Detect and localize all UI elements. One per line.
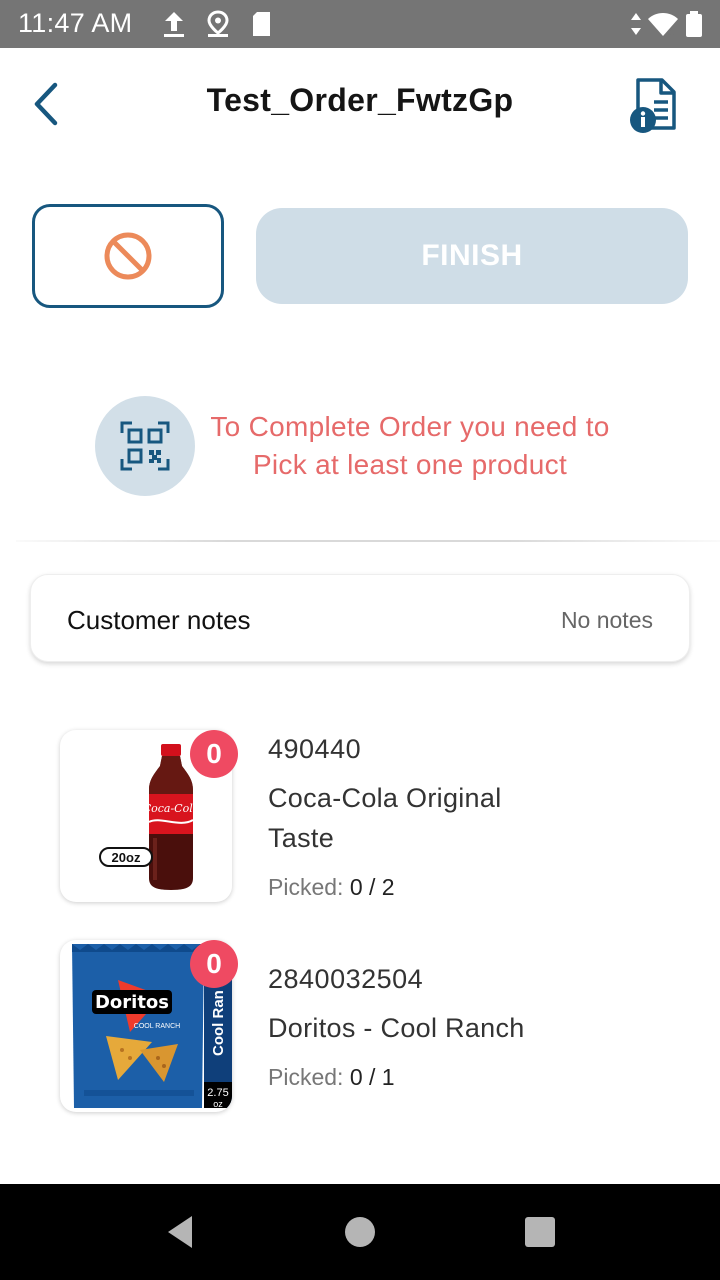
- page-title: Test_Order_FwtzGp: [206, 82, 514, 118]
- picked-value: 0 / 2: [349, 874, 395, 900]
- picked-value: 0 / 1: [349, 1064, 395, 1090]
- weight-unit-label: oz: [213, 1099, 223, 1109]
- cancel-order-button[interactable]: [32, 204, 224, 308]
- qr-code-icon: [120, 421, 170, 471]
- brand-label: Doritos: [95, 992, 169, 1013]
- nav-back-icon[interactable]: [160, 1212, 200, 1252]
- order-info-button[interactable]: [624, 76, 684, 136]
- battery-icon: [686, 11, 702, 37]
- product-name: Doritos - Cool Ranch: [268, 1013, 525, 1043]
- divider: [16, 540, 720, 542]
- scan-button[interactable]: [95, 396, 195, 496]
- picked-count: Picked: 0 / 2: [268, 874, 395, 901]
- customer-notes-label: Customer notes: [67, 605, 251, 635]
- nav-recents-icon[interactable]: [520, 1212, 560, 1252]
- document-info-icon: [630, 78, 676, 133]
- nav-home-icon[interactable]: [340, 1212, 380, 1252]
- picked-label: Picked:: [268, 874, 344, 900]
- location-icon: [207, 10, 229, 37]
- brand-label: Coca-Cola: [143, 802, 200, 815]
- size-label: 20oz: [112, 850, 141, 865]
- weight-label: 2.75: [207, 1087, 228, 1099]
- finish-button[interactable]: FINISH: [256, 208, 688, 304]
- product-name: Coca-Cola Original Taste: [268, 783, 502, 853]
- navigation-bar: [0, 1184, 720, 1280]
- quantity-badge: 0: [190, 940, 238, 988]
- product-code: 2840032504: [268, 964, 424, 994]
- scan-message: To Complete Order you need to Pick at le…: [210, 411, 610, 480]
- wifi-icon: 4: [648, 13, 678, 39]
- data-arrows-icon: [631, 13, 641, 35]
- product-code: 490440: [268, 734, 362, 764]
- picked-count: Picked: 0 / 1: [268, 1064, 395, 1091]
- quantity-badge: 0: [190, 730, 238, 778]
- chevron-left-icon: [34, 82, 58, 126]
- customer-notes-card[interactable]: Customer notes No notes: [30, 574, 690, 662]
- product-row[interactable]: Cool Ran 2.75 oz Doritos COOL RANCH 0 28…: [0, 940, 720, 1120]
- customer-notes-value: No notes: [560, 607, 653, 633]
- side-panel-label: Cool Ran: [210, 990, 227, 1056]
- prohibited-icon: [104, 232, 152, 280]
- svg-text:4: 4: [668, 28, 674, 39]
- sd-card-icon: [253, 12, 270, 36]
- flavor-label: COOL RANCH: [134, 1023, 180, 1030]
- back-button[interactable]: [22, 78, 70, 130]
- header: Test_Order_FwtzGp: [0, 48, 720, 160]
- upload-icon: [164, 12, 184, 37]
- status-time: 11:47 AM: [18, 8, 133, 38]
- status-bar: 11:47 AM 4: [0, 0, 720, 48]
- product-row[interactable]: Coca-Cola 20oz 0 490440 Coca-Cola Origin…: [0, 730, 720, 910]
- picked-label: Picked:: [268, 1064, 344, 1090]
